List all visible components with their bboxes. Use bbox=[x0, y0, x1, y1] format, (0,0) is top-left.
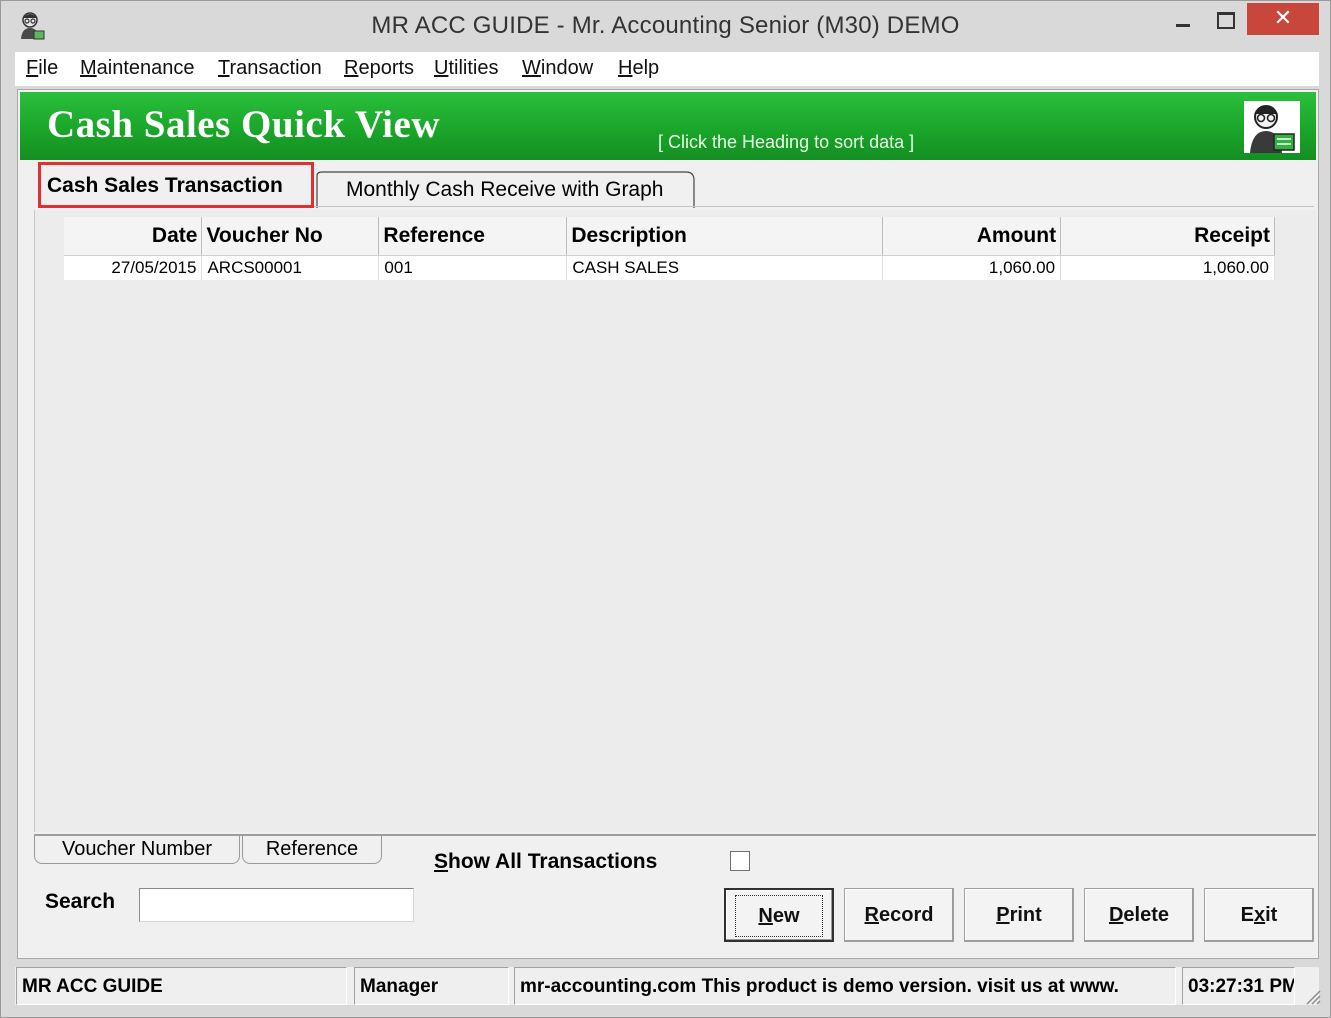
menu-window[interactable]: Window bbox=[522, 57, 593, 80]
header-banner: Cash Sales Quick View [ Click the Headin… bbox=[20, 92, 1316, 160]
column-header-amount[interactable]: Amount bbox=[882, 217, 1062, 256]
cell-amount[interactable]: 1,060.00 bbox=[882, 255, 1062, 280]
delete-button[interactable]: Delete bbox=[1084, 888, 1194, 942]
accountant-icon bbox=[1244, 101, 1300, 153]
search-label: Search bbox=[45, 890, 116, 913]
cell-voucher-no[interactable]: ARCS00001 bbox=[201, 255, 380, 280]
menu-help[interactable]: Help bbox=[618, 57, 659, 80]
status-user: Manager bbox=[354, 967, 509, 1005]
app-window: MR ACC GUIDE - Mr. Accounting Senior (M3… bbox=[0, 0, 1331, 1018]
search-input[interactable] bbox=[139, 888, 414, 922]
title-bar[interactable]: MR ACC GUIDE - Mr. Accounting Senior (M3… bbox=[1, 1, 1330, 51]
column-header-description[interactable]: Description bbox=[566, 217, 884, 256]
table-row[interactable]: 27/05/2015 ARCS00001 001 CASH SALES 1,06… bbox=[64, 255, 1275, 280]
cell-description[interactable]: CASH SALES bbox=[566, 255, 884, 280]
search-tab-label: Reference bbox=[265, 838, 359, 860]
menu-reports[interactable]: Reports bbox=[344, 57, 414, 80]
tab-monthly-cash-receive-graph[interactable]: Monthly Cash Receive with Graph bbox=[316, 162, 706, 208]
menu-transaction[interactable]: Transaction bbox=[218, 57, 322, 80]
status-bar: MR ACC GUIDE Manager mr-accounting.com T… bbox=[15, 967, 1319, 1005]
cell-receipt[interactable]: 1,060.00 bbox=[1060, 255, 1275, 280]
menu-bar: File Maintenance Transaction Reports Uti… bbox=[15, 52, 1319, 86]
close-icon: ✕ bbox=[1273, 6, 1293, 31]
menu-utilities[interactable]: Utilities bbox=[434, 57, 498, 80]
close-button[interactable]: ✕ bbox=[1247, 3, 1319, 35]
status-message: mr-accounting.com This product is demo v… bbox=[514, 967, 1176, 1005]
tab-divider bbox=[314, 206, 1314, 207]
tab-label: Monthly Cash Receive with Graph bbox=[346, 178, 664, 201]
resize-grip-icon[interactable] bbox=[1301, 985, 1321, 1005]
record-button[interactable]: Record bbox=[844, 888, 954, 942]
table-header-row: Date Voucher No Reference Description Am… bbox=[64, 217, 1275, 256]
page-title: Cash Sales Quick View bbox=[47, 103, 440, 146]
show-all-transactions-label[interactable]: Show All Transactions bbox=[434, 850, 657, 874]
transactions-table: Date Voucher No Reference Description Am… bbox=[64, 217, 1275, 280]
minimize-button[interactable] bbox=[1167, 7, 1201, 33]
menu-maintenance[interactable]: Maintenance bbox=[80, 57, 195, 80]
new-button[interactable]: New bbox=[724, 888, 834, 942]
status-time: 03:27:31 PM bbox=[1182, 967, 1295, 1005]
cell-date[interactable]: 27/05/2015 bbox=[64, 255, 203, 280]
window-title: MR ACC GUIDE - Mr. Accounting Senior (M3… bbox=[371, 12, 960, 39]
tab-cash-sales-transaction[interactable]: Cash Sales Transaction bbox=[38, 162, 314, 208]
column-header-receipt[interactable]: Receipt bbox=[1060, 217, 1275, 256]
print-button[interactable]: Print bbox=[964, 888, 1074, 942]
menu-file[interactable]: File bbox=[26, 57, 58, 80]
maximize-button[interactable] bbox=[1207, 7, 1241, 33]
exit-button[interactable]: Exit bbox=[1204, 888, 1314, 942]
quick-view-window: Cash Sales Quick View [ Click the Headin… bbox=[17, 89, 1319, 959]
column-header-date[interactable]: Date bbox=[64, 217, 203, 256]
grid-area: Date Voucher No Reference Description Am… bbox=[34, 210, 1316, 832]
status-app-name: MR ACC GUIDE bbox=[16, 967, 347, 1005]
column-header-voucher-no[interactable]: Voucher No bbox=[201, 217, 380, 256]
new-button-label: New bbox=[735, 895, 823, 937]
sort-hint: [ Click the Heading to sort data ] bbox=[658, 132, 915, 152]
column-header-reference[interactable]: Reference bbox=[378, 217, 568, 256]
cell-reference[interactable]: 001 bbox=[378, 255, 568, 280]
tab-label: Cash Sales Transaction bbox=[47, 174, 283, 197]
search-tab-voucher-number[interactable]: Voucher Number bbox=[34, 836, 240, 864]
search-tab-reference[interactable]: Reference bbox=[242, 836, 382, 864]
show-all-transactions-checkbox[interactable] bbox=[730, 851, 750, 871]
search-tab-label: Voucher Number bbox=[61, 838, 213, 860]
